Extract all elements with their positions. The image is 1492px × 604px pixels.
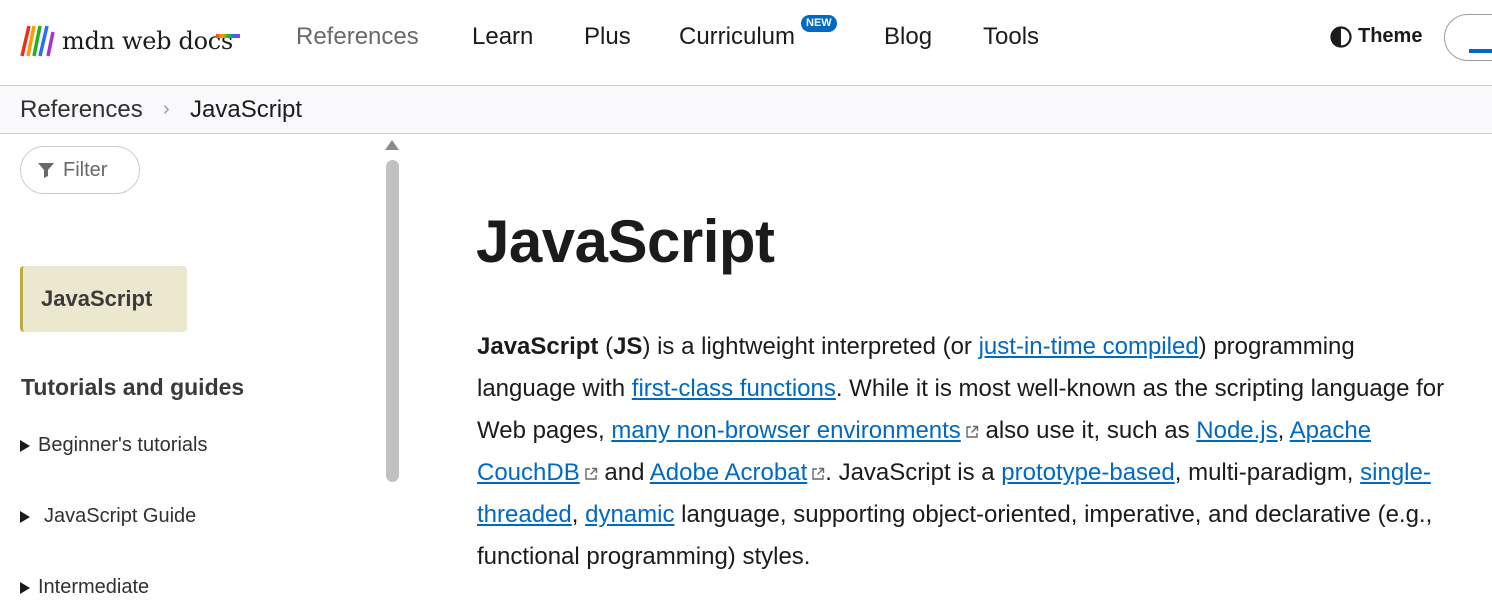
- theme-label: Theme: [1358, 25, 1423, 47]
- expand-triangle-icon: [20, 510, 30, 523]
- account-button[interactable]: [1444, 14, 1492, 61]
- intro-text: and: [597, 459, 650, 486]
- mdn-m-logo-icon: [20, 25, 55, 57]
- new-badge: NEW: [801, 15, 837, 32]
- intro-term: JavaScript: [477, 333, 599, 360]
- expand-triangle-icon: [20, 581, 30, 594]
- nav-tools[interactable]: Tools: [983, 22, 1039, 52]
- half-circle-contrast-icon: [1330, 25, 1352, 48]
- link-nodejs[interactable]: Node.js: [1196, 417, 1277, 444]
- intro-paragraph: JavaScript (JS) is a lightweight interpr…: [477, 326, 1457, 578]
- breadcrumb-references[interactable]: References: [20, 95, 143, 125]
- breadcrumb-javascript[interactable]: JavaScript: [190, 95, 302, 125]
- link-just-in-time-compiled[interactable]: just-in-time compiled: [979, 333, 1199, 360]
- theme-switcher-button[interactable]: Theme: [1330, 25, 1422, 48]
- intro-text: . JavaScript is a: [825, 459, 1002, 486]
- filter-label: Filter: [63, 158, 108, 181]
- intro-text: ,: [1277, 417, 1290, 444]
- logo-underline-decoration: [216, 34, 240, 38]
- account-button-accent: [1469, 49, 1492, 53]
- top-navigation: mdn web docs References Learn Plus Curri…: [0, 0, 1492, 86]
- intro-text: ) is a lightweight interpreted (or: [642, 333, 979, 360]
- sidebar-scrollbar-thumb[interactable]: [386, 160, 399, 482]
- sidebar-item-intermediate[interactable]: Intermediate: [20, 576, 149, 599]
- link-adobe-acrobat[interactable]: Adobe Acrobat: [650, 459, 807, 486]
- nav-references[interactable]: References: [296, 22, 419, 52]
- link-first-class-functions[interactable]: first-class functions: [632, 375, 836, 402]
- link-dynamic[interactable]: dynamic: [585, 501, 674, 528]
- link-prototype-based[interactable]: prototype-based: [1001, 459, 1174, 486]
- intro-text: (: [598, 333, 614, 360]
- expand-triangle-icon: [20, 439, 30, 452]
- intro-abbr: JS: [613, 333, 643, 360]
- intro-text: also use it, such as: [978, 417, 1197, 444]
- sidebar-section-heading: Tutorials and guides: [21, 374, 245, 400]
- intro-text: ,: [571, 501, 586, 528]
- scroll-up-arrow-icon[interactable]: [385, 140, 399, 150]
- logo-text: mdn web docs: [62, 27, 233, 55]
- intro-text: , multi-paradigm,: [1174, 459, 1361, 486]
- external-link-icon: [812, 467, 825, 480]
- external-link-icon: [966, 425, 979, 438]
- breadcrumb: References › JavaScript: [0, 86, 1492, 134]
- sidebar-item-label: JavaScript Guide: [44, 505, 197, 527]
- page-title: JavaScript: [476, 208, 775, 275]
- sidebar-item-label: Intermediate: [38, 576, 150, 598]
- sidebar-item-javascript-guide[interactable]: JavaScript Guide: [20, 505, 196, 528]
- mdn-logo-link[interactable]: mdn web docs: [20, 22, 233, 60]
- external-link-icon: [585, 467, 597, 480]
- nav-blog[interactable]: Blog: [884, 22, 932, 52]
- breadcrumb-separator: ›: [163, 98, 170, 120]
- link-non-browser-environments[interactable]: many non-browser environments: [611, 417, 961, 444]
- nav-plus[interactable]: Plus: [584, 22, 631, 52]
- nav-curriculum[interactable]: Curriculum: [679, 22, 795, 52]
- sidebar-filter-button[interactable]: Filter: [20, 146, 140, 194]
- sidebar-item-javascript-current[interactable]: JavaScript: [20, 266, 187, 332]
- filter-funnel-icon: [38, 163, 54, 178]
- sidebar-item-label: Beginner's tutorials: [38, 434, 208, 456]
- sidebar-item-beginners-tutorials[interactable]: Beginner's tutorials: [20, 434, 207, 457]
- nav-learn[interactable]: Learn: [472, 22, 533, 52]
